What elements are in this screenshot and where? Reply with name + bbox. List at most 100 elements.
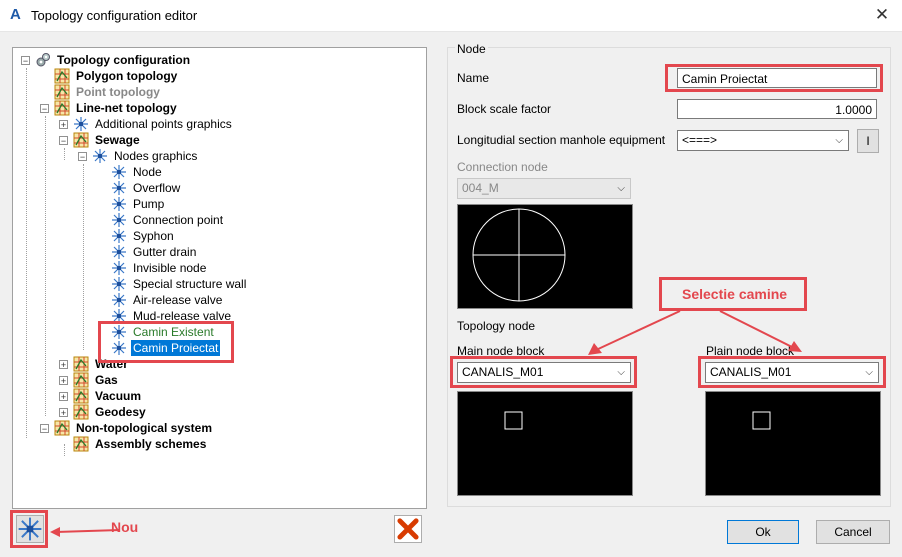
- longitudinal-value: <===>: [682, 133, 718, 147]
- ok-button[interactable]: Ok: [727, 520, 799, 544]
- topology-grid-icon: [73, 404, 89, 420]
- group-label-node: Node: [455, 42, 488, 56]
- tree-label: Topology configuration: [57, 53, 191, 67]
- topology-node-label: Topology node: [457, 319, 536, 333]
- expand-icon[interactable]: +: [59, 120, 68, 130]
- cancel-button[interactable]: Cancel: [816, 520, 890, 544]
- tree-item-non-topological-system[interactable]: − Non-topological system: [40, 420, 260, 436]
- annotation-selectie-camine: Selectie camine: [682, 286, 788, 302]
- tree-label: Special structure wall: [133, 277, 247, 291]
- connection-node-select: 004_M ⌵: [457, 178, 631, 199]
- tree-item-gas[interactable]: + Gas: [59, 372, 259, 388]
- chevron-down-icon: ⌵: [835, 135, 843, 146]
- tree-item-air-release-valve[interactable]: Air-release valve: [97, 292, 297, 308]
- tree-item-connection-point[interactable]: Connection point: [97, 212, 297, 228]
- tree-item-vacuum[interactable]: + Vacuum: [59, 388, 259, 404]
- tree-item-line-net-topology[interactable]: − Line-net topology: [40, 100, 240, 116]
- highlight-box-name: [665, 64, 883, 92]
- tree-label: Overflow: [133, 181, 181, 195]
- topology-grid-icon: [54, 420, 70, 436]
- scale-factor-field[interactable]: 1.0000: [677, 99, 877, 119]
- tree-item-geodesy[interactable]: + Geodesy: [59, 404, 259, 420]
- longitudinal-label: Longitudial section manhole equipment: [457, 133, 666, 147]
- tree-item-overflow[interactable]: Overflow: [97, 180, 297, 196]
- node-icon: [111, 212, 127, 228]
- connection-node-preview: [457, 204, 633, 309]
- node-icon: [111, 244, 127, 260]
- tree-connector: [26, 68, 27, 438]
- tree-item-special-structure-wall[interactable]: Special structure wall: [97, 276, 297, 292]
- topology-grid-icon: [73, 356, 89, 372]
- highlight-box-camin: [98, 321, 234, 363]
- tree-item-node[interactable]: Node: [97, 164, 297, 180]
- block-square-icon: [504, 411, 523, 430]
- tree-connector: [45, 116, 46, 416]
- tree-label: Gutter drain: [133, 245, 197, 259]
- tree-item-polygon-topology[interactable]: Polygon topology: [40, 68, 240, 84]
- tree-item-point-topology[interactable]: Point topology: [40, 84, 240, 100]
- node-icon: [111, 164, 127, 180]
- collapse-icon[interactable]: −: [40, 424, 49, 434]
- tree-label: Geodesy: [95, 405, 146, 419]
- delete-icon: [397, 518, 419, 540]
- topology-tree[interactable]: − Topology configuration Polygon topolog…: [12, 47, 427, 509]
- tree-label: Syphon: [133, 229, 174, 243]
- annotation-arrows-selectie: [588, 310, 802, 355]
- node-graphics-icon: [73, 116, 89, 132]
- gear-icon: [35, 52, 51, 68]
- topology-grid-icon: [73, 132, 89, 148]
- tree-connector: [83, 164, 84, 350]
- topology-grid-icon: [54, 100, 70, 116]
- delete-button[interactable]: [394, 515, 422, 543]
- connection-node-label: Connection node: [457, 160, 548, 174]
- expand-icon[interactable]: +: [59, 408, 68, 418]
- connection-node-value: 004_M: [462, 181, 499, 195]
- manhole-symbol-icon: [472, 208, 566, 302]
- collapse-icon[interactable]: −: [78, 152, 87, 162]
- node-icon: [111, 196, 127, 212]
- tree-item-assembly-schemes[interactable]: Assembly schemes: [59, 436, 259, 452]
- tree-label: Connection point: [133, 213, 224, 227]
- collapse-icon[interactable]: −: [59, 136, 68, 146]
- window-title: Topology configuration editor: [31, 8, 198, 23]
- topology-grid-icon: [54, 68, 70, 84]
- tree-item-root[interactable]: − Topology configuration: [21, 52, 221, 68]
- expand-icon[interactable]: +: [59, 376, 68, 386]
- block-square-icon: [752, 411, 771, 430]
- tree-label: Non-topological system: [76, 421, 213, 435]
- tree-label: Assembly schemes: [95, 437, 207, 451]
- tree-label: Pump: [133, 197, 165, 211]
- tree-item-gutter-drain[interactable]: Gutter drain: [97, 244, 297, 260]
- tree-item-pump[interactable]: Pump: [97, 196, 297, 212]
- expand-icon[interactable]: +: [59, 360, 68, 370]
- topology-grid-icon: [73, 388, 89, 404]
- tree-label: Sewage: [95, 133, 140, 147]
- longitudinal-select[interactable]: <===> ⌵: [677, 130, 849, 151]
- tree-item-nodes-graphics[interactable]: − Nodes graphics: [78, 148, 278, 164]
- close-icon[interactable]: ✕: [872, 5, 892, 25]
- collapse-icon[interactable]: −: [40, 104, 49, 114]
- tree-item-additional-points[interactable]: + Additional points graphics: [59, 116, 279, 132]
- topology-grid-icon: [54, 84, 70, 100]
- tree-label: Nodes graphics: [114, 149, 198, 163]
- tree-item-sewage[interactable]: − Sewage: [59, 132, 259, 148]
- annotation-nou: Nou: [111, 519, 139, 535]
- tree-label: Vacuum: [95, 389, 142, 403]
- name-label: Name: [457, 71, 490, 85]
- node-icon: [111, 292, 127, 308]
- expand-icon[interactable]: +: [59, 392, 68, 402]
- tree-label: Gas: [95, 373, 118, 387]
- tree-label: Invisible node: [133, 261, 207, 275]
- node-graphics-icon: [92, 148, 108, 164]
- tree-connector: [64, 148, 65, 160]
- info-button[interactable]: I: [857, 129, 879, 153]
- title-bar: A Topology configuration editor ✕: [0, 0, 902, 32]
- tree-item-invisible-node[interactable]: Invisible node: [97, 260, 297, 276]
- node-icon: [111, 228, 127, 244]
- tree-item-syphon[interactable]: Syphon: [97, 228, 297, 244]
- topology-grid-icon: [73, 436, 89, 452]
- node-icon: [111, 180, 127, 196]
- collapse-icon[interactable]: −: [21, 56, 30, 66]
- highlight-box-new: [10, 510, 48, 548]
- node-icon: [111, 276, 127, 292]
